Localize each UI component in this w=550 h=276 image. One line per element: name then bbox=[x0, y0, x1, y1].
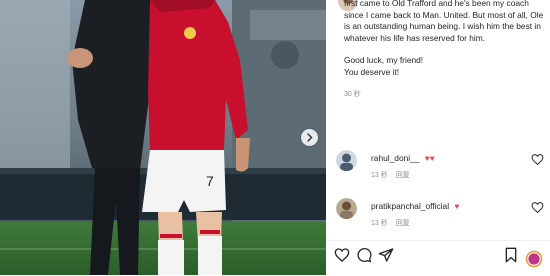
share-icon[interactable] bbox=[378, 247, 394, 263]
chevron-right-icon bbox=[307, 133, 313, 142]
reply-link[interactable]: 回复 bbox=[396, 172, 410, 179]
bookmark-icon[interactable] bbox=[503, 247, 519, 263]
heart-icon[interactable] bbox=[531, 201, 544, 214]
comment-time: 13 秒 bbox=[371, 220, 388, 227]
post-photo[interactable]: 7 bbox=[0, 0, 326, 275]
comment-item: pratikpanchal_official ♥ 13 秒 回复 bbox=[336, 198, 546, 234]
comment-meta: 13 秒 回复 bbox=[371, 170, 410, 180]
comment-icon[interactable] bbox=[356, 247, 372, 263]
jersey-number: 7 bbox=[206, 173, 214, 189]
post-caption: first came to Old Trafford and he's been… bbox=[344, 0, 544, 100]
heart-emoji: ♥ bbox=[454, 201, 460, 211]
caption-paragraph: first came to Old Trafford and he's been… bbox=[344, 0, 544, 43]
caption-timestamp: 30 秒 bbox=[344, 90, 361, 98]
profile-icon[interactable] bbox=[525, 250, 543, 268]
next-photo-button[interactable] bbox=[301, 129, 318, 146]
heart-emoji: ♥♥ bbox=[424, 153, 435, 163]
avatar[interactable] bbox=[336, 150, 357, 171]
comment-username[interactable]: pratikpanchal_official ♥ bbox=[371, 201, 459, 211]
comment-username[interactable]: rahul_doni__ ♥♥ bbox=[371, 153, 435, 163]
caption-line: Good luck, my friend! bbox=[344, 55, 424, 66]
heart-icon[interactable] bbox=[531, 153, 544, 166]
reply-link[interactable]: 回复 bbox=[396, 220, 410, 227]
heart-icon[interactable] bbox=[334, 247, 350, 263]
comment-time: 13 秒 bbox=[371, 172, 388, 179]
caption-line: You deserve it! bbox=[344, 66, 400, 77]
avatar[interactable] bbox=[336, 198, 357, 219]
post-image: 7 bbox=[0, 0, 326, 275]
post-action-bar bbox=[326, 240, 550, 276]
comment-meta: 13 秒 回复 bbox=[371, 218, 410, 228]
comment-item: rahul_doni__ ♥♥ 13 秒 回复 bbox=[336, 150, 546, 186]
